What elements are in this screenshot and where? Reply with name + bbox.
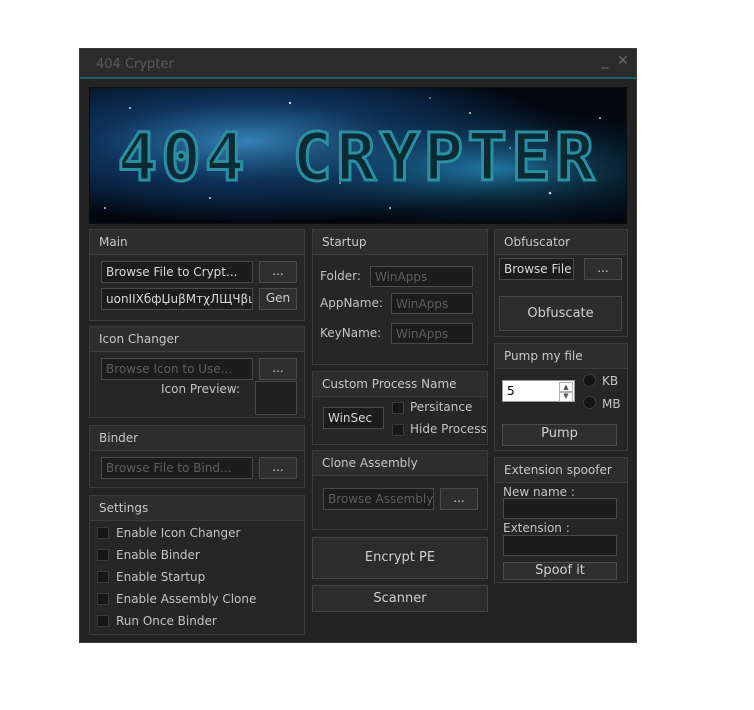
- pump-size-value: 5: [507, 384, 515, 398]
- icon-file-input[interactable]: Browse Icon to Use...: [101, 358, 253, 380]
- run-once-binder-checkbox[interactable]: [97, 615, 109, 627]
- generate-key-button[interactable]: Gen: [259, 288, 297, 310]
- bind-file-input[interactable]: Browse File to Bind...: [101, 457, 253, 479]
- crypt-file-input[interactable]: Browse File to Crypt...: [101, 261, 253, 283]
- appname-input[interactable]: WinApps: [391, 293, 473, 314]
- enable-icon-changer-checkbox[interactable]: [97, 527, 109, 539]
- enable-icon-changer-label: Enable Icon Changer: [116, 526, 241, 540]
- scanner-button[interactable]: Scanner: [312, 585, 488, 612]
- pump-size-stepper[interactable]: 5 ▲ ▼: [502, 380, 575, 402]
- extension-spoofer-panel: Extension spoofer New name : Extension :…: [494, 457, 628, 583]
- close-button[interactable]: ✕: [615, 53, 631, 69]
- appname-label: AppName:: [320, 296, 383, 310]
- process-name-input[interactable]: WinSec: [323, 407, 384, 429]
- settings-panel-title: Settings: [99, 501, 149, 515]
- enable-startup-checkbox[interactable]: [97, 571, 109, 583]
- icon-changer-panel: Icon Changer Browse Icon to Use... ... I…: [89, 326, 305, 418]
- mb-label: MB: [602, 397, 621, 411]
- nebula-logo-graphic: 404 CRYPTER: [90, 88, 626, 223]
- browse-crypt-file-button[interactable]: ...: [259, 261, 297, 283]
- persistance-checkbox[interactable]: [392, 402, 404, 414]
- keyname-input[interactable]: WinApps: [391, 323, 473, 344]
- enable-startup-label: Enable Startup: [116, 570, 206, 584]
- new-name-label: New name :: [503, 485, 575, 499]
- stepper-down-icon[interactable]: ▼: [559, 391, 573, 402]
- custom-process-panel-title: Custom Process Name: [322, 377, 457, 391]
- new-name-input[interactable]: [503, 498, 617, 519]
- browse-icon-button[interactable]: ...: [259, 358, 297, 380]
- encryption-key-input[interactable]: uonIIXбфЏuβMтχЛЩЧβшк: [101, 288, 253, 310]
- kb-radio[interactable]: [583, 374, 596, 387]
- assembly-file-input[interactable]: Browse Assembly: [323, 488, 434, 510]
- enable-binder-label: Enable Binder: [116, 548, 200, 562]
- window-title: 404 Crypter: [96, 57, 174, 72]
- spoof-it-button[interactable]: Spoof it: [503, 562, 617, 580]
- obfuscate-button[interactable]: Obfuscate: [499, 296, 622, 331]
- run-once-binder-label: Run Once Binder: [116, 614, 217, 628]
- folder-input[interactable]: WinApps: [370, 266, 473, 287]
- keyname-label: KeyName:: [320, 326, 382, 340]
- minimize-button[interactable]: _: [597, 53, 613, 69]
- hide-process-label: Hide Process: [410, 422, 487, 436]
- icon-preview-box: [255, 381, 297, 415]
- folder-label: Folder:: [320, 269, 361, 283]
- startup-panel-title: Startup: [322, 235, 367, 249]
- enable-assembly-clone-label: Enable Assembly Clone: [116, 592, 257, 606]
- browse-bind-file-button[interactable]: ...: [259, 457, 297, 479]
- mb-radio[interactable]: [583, 396, 596, 409]
- binder-panel-title: Binder: [99, 431, 139, 445]
- clone-assembly-panel-title: Clone Assembly: [322, 456, 418, 470]
- main-panel-title: Main: [99, 235, 128, 249]
- enable-assembly-clone-checkbox[interactable]: [97, 593, 109, 605]
- kb-label: KB: [602, 374, 619, 388]
- hide-process-checkbox[interactable]: [392, 424, 404, 436]
- icon-preview-label: Icon Preview:: [161, 382, 240, 396]
- banner-image: 404 CRYPTER: [89, 87, 627, 224]
- browse-assembly-button[interactable]: ...: [440, 488, 478, 510]
- enable-binder-checkbox[interactable]: [97, 549, 109, 561]
- app-window: 404 Crypter _ ✕ 404 CRYPTER Main Browse …: [79, 48, 637, 643]
- binder-panel: Binder Browse File to Bind... ...: [89, 425, 305, 488]
- encrypt-pe-button[interactable]: Encrypt PE: [312, 537, 488, 579]
- custom-process-panel: Custom Process Name WinSec Persitance Hi…: [312, 371, 488, 445]
- settings-panel: Settings Enable Icon Changer Enable Bind…: [89, 495, 305, 635]
- extension-input[interactable]: [503, 535, 617, 556]
- extension-label: Extension :: [503, 521, 570, 535]
- banner-logo-text: 404 CRYPTER: [117, 119, 598, 196]
- pump-panel-title: Pump my file: [504, 349, 583, 363]
- pump-panel: Pump my file 5 ▲ ▼ KB MB Pump: [494, 343, 628, 451]
- clone-assembly-panel: Clone Assembly Browse Assembly ...: [312, 450, 488, 530]
- main-panel: Main Browse File to Crypt... ... uonIIXб…: [89, 229, 305, 321]
- extension-spoofer-panel-title: Extension spoofer: [504, 463, 612, 477]
- obfuscate-file-input[interactable]: Browse File: [499, 258, 574, 280]
- obfuscator-panel: Obfuscator Browse File ... Obfuscate: [494, 229, 628, 337]
- obfuscator-panel-title: Obfuscator: [504, 235, 571, 249]
- icon-changer-panel-title: Icon Changer: [99, 332, 179, 346]
- browse-obfuscate-file-button[interactable]: ...: [584, 258, 622, 280]
- startup-panel: Startup Folder: WinApps AppName: WinApps…: [312, 229, 488, 365]
- title-bar[interactable]: 404 Crypter _ ✕: [80, 49, 636, 79]
- pump-button[interactable]: Pump: [502, 424, 617, 446]
- persistance-label: Persitance: [410, 400, 473, 414]
